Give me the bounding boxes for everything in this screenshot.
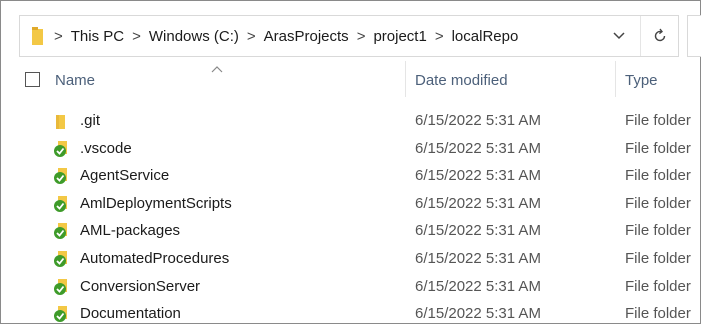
breadcrumb-item-windows-c[interactable]: Windows (C:) (149, 28, 239, 45)
breadcrumb: > This PC > Windows (C:) > ArasProjects … (20, 16, 640, 56)
chevron-down-icon[interactable] (604, 16, 634, 56)
file-name: ConversionServer (80, 277, 201, 295)
folder-icon (32, 27, 46, 45)
file-list: .git 6/15/2022 5:31 AM File folder .vsco… (1, 107, 701, 324)
synced-check-icon (53, 278, 71, 296)
list-item[interactable]: .git 6/15/2022 5:31 AM File folder (1, 107, 701, 135)
file-date-modified: 6/15/2022 5:31 AM (415, 222, 541, 240)
file-name: .git (80, 112, 101, 129)
chevron-right-icon[interactable]: > (247, 28, 256, 45)
breadcrumb-item-localrepo[interactable]: localRepo (452, 28, 519, 45)
search-box[interactable] (687, 15, 701, 57)
file-type: File folder (625, 167, 691, 185)
file-name: .vscode (80, 139, 132, 157)
breadcrumb-item-project1[interactable]: project1 (373, 28, 426, 45)
file-date-modified: 6/15/2022 5:31 AM (415, 249, 541, 267)
file-type: File folder (625, 249, 691, 267)
list-item[interactable]: AmlDeploymentScripts 6/15/2022 5:31 AM F… (1, 190, 701, 218)
column-header-date-modified[interactable]: Date modified (415, 72, 508, 89)
file-name: AgentService (80, 167, 170, 185)
chevron-right-icon[interactable]: > (357, 28, 366, 45)
address-bar[interactable]: > This PC > Windows (C:) > ArasProjects … (19, 15, 679, 57)
list-item[interactable]: AML-packages 6/15/2022 5:31 AM File fold… (1, 217, 701, 245)
file-date-modified: 6/15/2022 5:31 AM (415, 112, 541, 129)
chevron-right-icon[interactable]: > (132, 28, 141, 45)
synced-check-icon (53, 250, 71, 268)
breadcrumb-item-this-pc[interactable]: This PC (71, 28, 124, 45)
file-type: File folder (625, 305, 691, 323)
synced-check-icon (53, 222, 71, 240)
file-type: File folder (625, 194, 691, 212)
synced-check-icon (53, 305, 71, 323)
file-type: File folder (625, 277, 691, 295)
select-all-checkbox[interactable] (25, 72, 40, 87)
list-item[interactable]: .vscode 6/15/2022 5:31 AM File folder (1, 135, 701, 163)
chevron-right-icon[interactable]: > (435, 28, 444, 45)
file-explorer-window: > This PC > Windows (C:) > ArasProjects … (0, 0, 701, 324)
file-type: File folder (625, 112, 691, 129)
file-date-modified: 6/15/2022 5:31 AM (415, 139, 541, 157)
file-date-modified: 6/15/2022 5:31 AM (415, 167, 541, 185)
list-item[interactable]: Documentation 6/15/2022 5:31 AM File fol… (1, 300, 701, 324)
synced-check-icon (53, 140, 71, 158)
file-type: File folder (625, 139, 691, 157)
list-item[interactable]: ConversionServer 6/15/2022 5:31 AM File … (1, 273, 701, 301)
column-divider[interactable] (405, 61, 406, 97)
chevron-right-icon: > (54, 27, 63, 45)
file-type: File folder (625, 222, 691, 240)
plain-folder-icon (53, 112, 71, 130)
refresh-icon[interactable] (640, 16, 678, 56)
breadcrumb-item-arasprojects[interactable]: ArasProjects (264, 28, 349, 45)
sort-ascending-icon (211, 61, 223, 73)
column-header-name[interactable]: Name (55, 72, 95, 89)
list-item[interactable]: AutomatedProcedures 6/15/2022 5:31 AM Fi… (1, 245, 701, 273)
file-date-modified: 6/15/2022 5:31 AM (415, 194, 541, 212)
file-name: AutomatedProcedures (80, 249, 230, 267)
synced-check-icon (53, 195, 71, 213)
column-header-type[interactable]: Type (625, 72, 658, 89)
file-name: AML-packages (80, 222, 181, 240)
file-date-modified: 6/15/2022 5:31 AM (415, 277, 541, 295)
synced-check-icon (53, 167, 71, 185)
file-name: AmlDeploymentScripts (80, 194, 232, 212)
file-name: Documentation (80, 305, 181, 323)
column-header: Name Date modified Type (1, 61, 701, 101)
column-divider[interactable] (615, 61, 616, 97)
file-date-modified: 6/15/2022 5:31 AM (415, 305, 541, 323)
list-item[interactable]: AgentService 6/15/2022 5:31 AM File fold… (1, 162, 701, 190)
